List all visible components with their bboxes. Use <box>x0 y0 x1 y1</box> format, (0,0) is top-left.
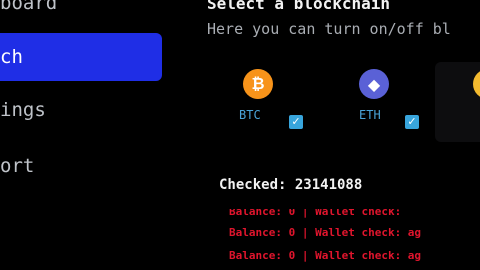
btc-checkbox[interactable]: ✓ <box>289 115 303 129</box>
sidebar-item-dashboard[interactable]: board <box>0 0 57 14</box>
page-subtitle: Here you can turn on/off bl <box>207 20 451 38</box>
log-line: Balance: 0 | Wallet check: ag <box>229 226 422 239</box>
bitcoin-icon: ₿ <box>243 69 273 99</box>
bnb-icon: ◈ <box>473 69 480 99</box>
log-line: Balance: 0 | Wallet check: <box>229 209 402 218</box>
sidebar-item-support[interactable]: ort <box>0 155 34 177</box>
chain-ticker: BTC <box>239 108 261 122</box>
checked-counter: Checked: 23141088 <box>219 177 363 193</box>
chain-card-btc[interactable]: ₿ BTC ✓ <box>221 62 321 142</box>
sidebar-item-search[interactable]: ch <box>0 33 162 81</box>
ethereum-icon: ◆ <box>359 69 389 99</box>
chain-card-bnb[interactable]: ◈ <box>435 62 480 142</box>
wallet-log: Balance: 0 | Wallet check: Balance: 0 | … <box>229 209 480 267</box>
log-line: Balance: 0 | Wallet check: ag <box>229 249 422 262</box>
chain-ticker: ETH <box>359 108 381 122</box>
main-panel: Select a blockchain Here you can turn on… <box>185 0 480 270</box>
sidebar: board ch ings ort <box>0 0 170 270</box>
eth-checkbox[interactable]: ✓ <box>405 115 419 129</box>
page-title: Select a blockchain <box>207 0 391 13</box>
sidebar-item-settings[interactable]: ings <box>0 99 46 121</box>
chain-card-eth[interactable]: ◆ ETH ✓ <box>337 62 437 142</box>
